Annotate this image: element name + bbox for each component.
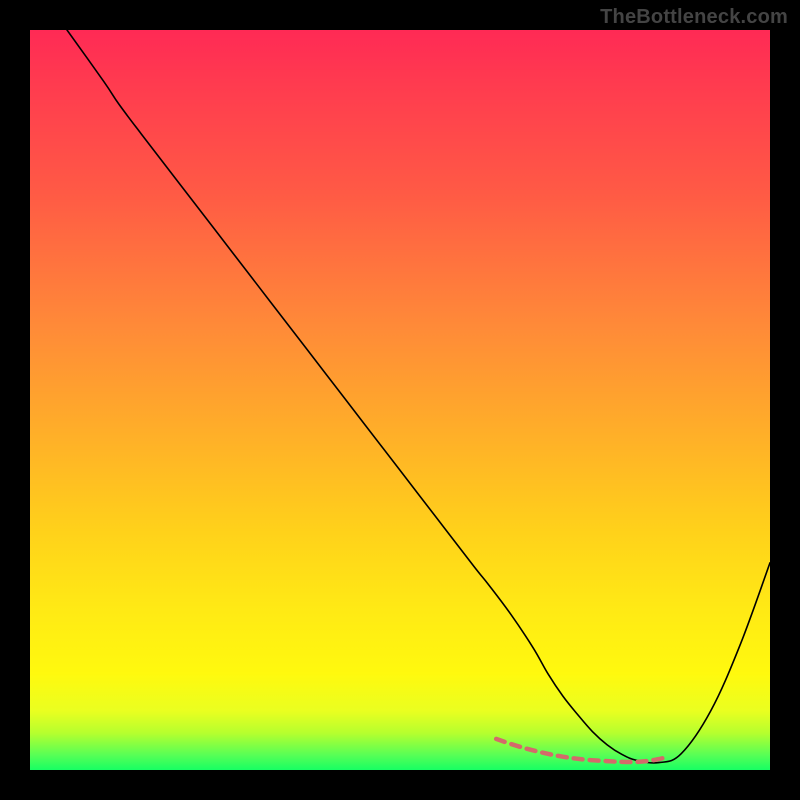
plot-area (30, 30, 770, 770)
watermark-label: TheBottleneck.com (600, 6, 788, 29)
series-red-dash (496, 739, 666, 762)
chart-svg (30, 30, 770, 770)
chart-stage: TheBottleneck.com (0, 0, 800, 800)
series-black-curve (67, 30, 770, 763)
